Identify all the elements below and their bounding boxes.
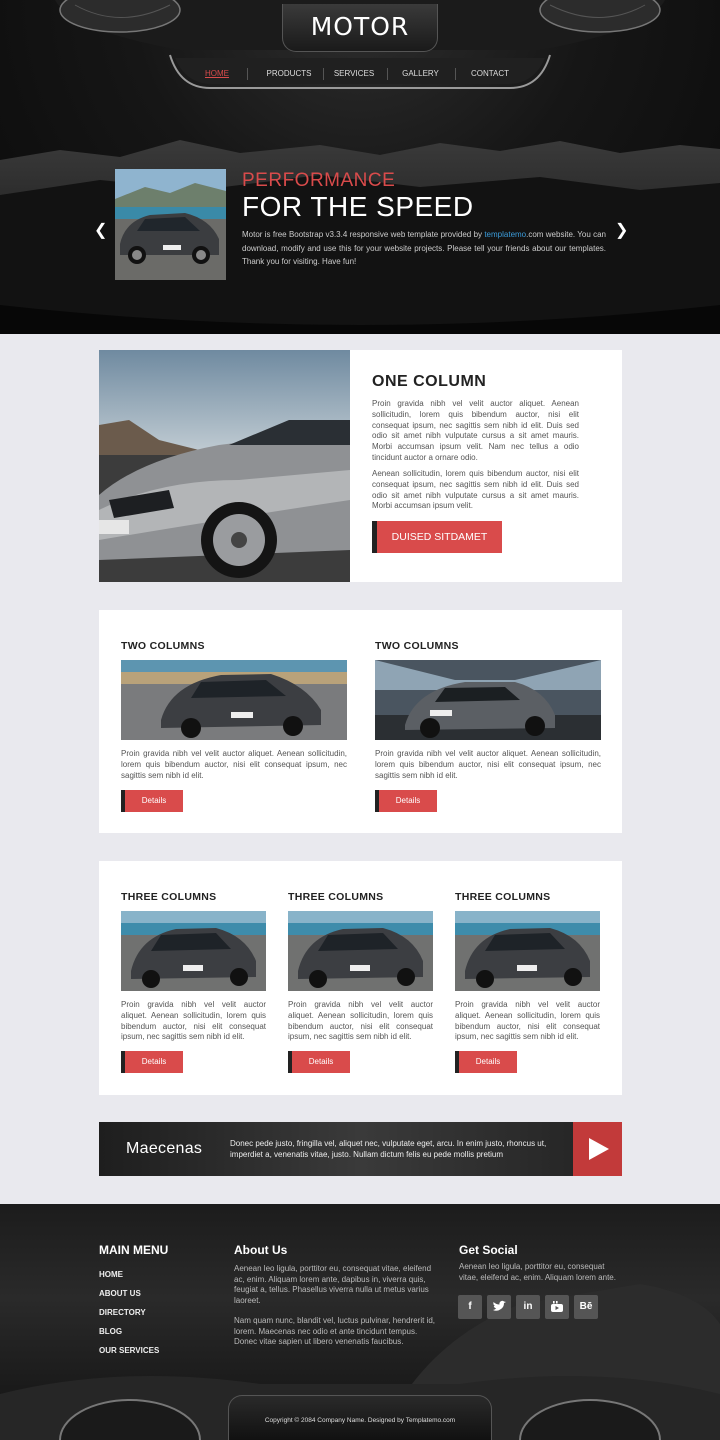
car-photo [375,660,601,740]
car-photo [99,350,350,582]
banner-title: Maecenas [126,1140,203,1157]
column-title: THREE COLUMNS [288,891,384,903]
column-title: TWO COLUMNS [375,640,459,652]
car-photo [121,660,347,740]
chevron-left-icon[interactable]: ❮ [94,220,107,240]
youtube-icon[interactable] [545,1295,569,1319]
details-button[interactable]: Details [375,790,437,812]
play-button[interactable] [573,1122,622,1176]
column-title: THREE COLUMNS [455,891,551,903]
footer-main-menu-title: MAIN MENU [99,1243,169,1257]
youtube-glyph [551,1301,563,1312]
main-nav: HOME PRODUCTS SERVICES GALLERY CONTACT [180,60,540,88]
details-button[interactable]: Details [288,1051,350,1073]
chevron-right-icon[interactable]: ❯ [615,220,628,240]
twitter-icon[interactable] [487,1295,511,1319]
slide-kicker: PERFORMANCE [242,170,396,191]
details-button[interactable]: Details [121,1051,183,1073]
nav-divider [323,68,324,80]
column-text: Proin gravida nibh vel velit auctor aliq… [288,1000,433,1042]
nav-services[interactable]: SERVICES [330,60,378,88]
column-image [288,911,433,991]
car-photo [288,911,433,991]
linkedin-icon[interactable]: in [516,1295,540,1319]
banner-text: Donec pede justo, fringilla vel, aliquet… [230,1139,547,1159]
site-logo[interactable]: MOTOR [311,12,410,41]
templatemo-link[interactable]: templatemo [484,230,526,239]
footer-link-about[interactable]: ABOUT US [99,1289,141,1298]
one-column-image [99,350,350,582]
two-columns-panel: TWO COLUMNS Proin gravida nibh vel velit… [99,610,622,833]
car-photo [455,911,600,991]
hero-header: MOTOR HOME PRODUCTS SERVICES GALLERY CON… [0,0,720,334]
column-title: TWO COLUMNS [121,640,205,652]
column-text: Proin gravida nibh vel velit auctor aliq… [121,749,347,780]
one-column-title: ONE COLUMN [372,373,487,390]
slide-title: FOR THE SPEED [242,191,474,222]
details-button[interactable]: Details [455,1051,517,1073]
footer-social-title: Get Social [459,1243,518,1257]
footer-link-home[interactable]: HOME [99,1270,123,1279]
nav-divider [455,68,456,80]
facebook-icon[interactable]: f [458,1295,482,1319]
column-text: Proin gravida nibh vel velit auctor aliq… [121,1000,266,1042]
one-column-panel: ONE COLUMN Proin gravida nibh vel velit … [99,350,622,582]
column-image [375,660,601,740]
details-button[interactable]: Details [121,790,183,812]
footer-link-services[interactable]: OUR SERVICES [99,1346,159,1355]
logo-plate: MOTOR [282,4,438,52]
slide-text-part: Motor is free Bootstrap v3.3.4 responsiv… [242,230,485,239]
car-photo [115,169,226,280]
column-image [121,660,347,740]
footer-about-title: About Us [234,1243,288,1257]
behance-icon[interactable]: Bē [574,1295,598,1319]
copyright-text: Copyright © 2084 Company Name. Designed … [264,1417,456,1424]
nav-divider [387,68,388,80]
nav-contact[interactable]: CONTACT [466,60,514,88]
slide-description: Motor is free Bootstrap v3.3.4 responsiv… [242,228,606,269]
three-columns-panel: THREE COLUMNS Proin gravida nibh vel vel… [99,861,622,1095]
footer-link-blog[interactable]: BLOG [99,1327,122,1336]
play-icon [589,1138,609,1160]
footer-link-directory[interactable]: DIRECTORY [99,1308,146,1317]
column-image [121,911,266,991]
nav-home[interactable]: HOME [196,60,238,88]
twitter-bird-glyph [493,1300,506,1311]
slide-image [115,169,226,280]
one-column-paragraph: Proin gravida nibh vel velit auctor aliq… [372,399,579,462]
maecenas-banner: Maecenas Donec pede justo, fringilla vel… [99,1122,622,1176]
nav-products[interactable]: PRODUCTS [262,60,316,88]
footer-social-text: Aenean leo ligula, porttitor eu, consequ… [459,1262,616,1282]
footer-about-paragraph: Aenean leo ligula, porttitor eu, consequ… [234,1264,432,1305]
nav-divider [247,68,248,80]
car-photo [121,911,266,991]
column-title: THREE COLUMNS [121,891,217,903]
nav-gallery[interactable]: GALLERY [398,60,443,88]
footer-about-paragraph: Nam quam nunc, blandit vel, luctus pulvi… [234,1316,435,1346]
column-image [455,911,600,991]
duised-sitdamet-button[interactable]: DUISED SITDAMET [372,521,502,553]
one-column-paragraph: Aenean sollicitudin, lorem quis bibendum… [372,469,579,511]
column-text: Proin gravida nibh vel velit auctor aliq… [375,749,601,780]
column-text: Proin gravida nibh vel velit auctor aliq… [455,1000,600,1042]
